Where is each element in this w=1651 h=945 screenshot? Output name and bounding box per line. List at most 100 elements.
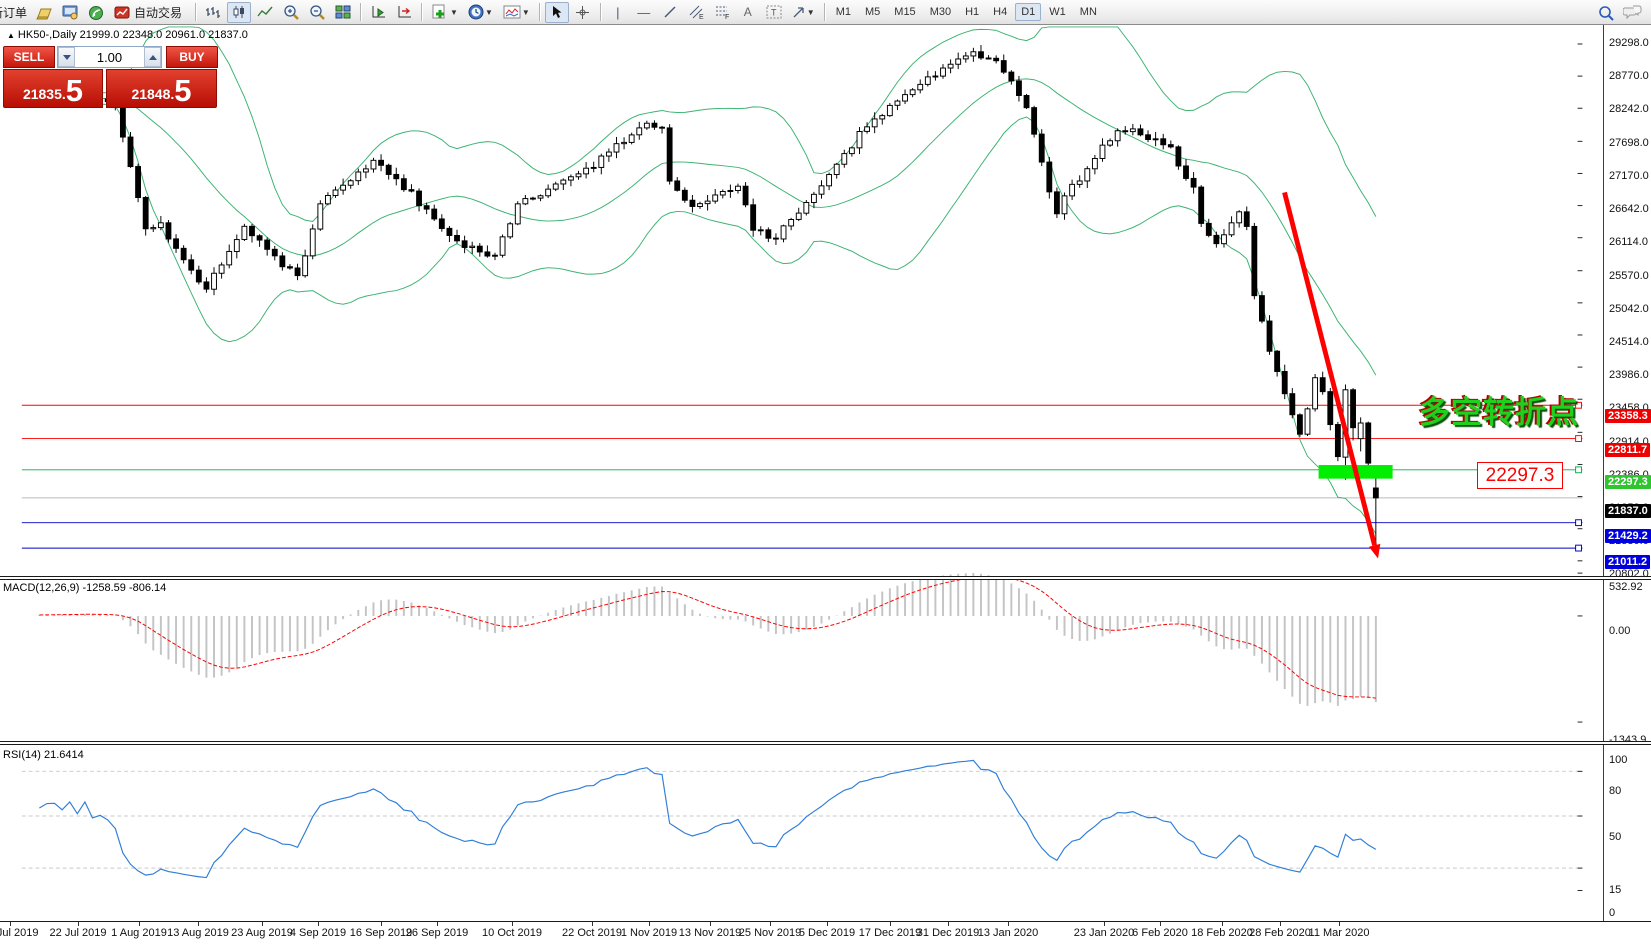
- date-axis-tick: [1008, 922, 1009, 926]
- date-axis-tick: [1104, 922, 1105, 926]
- pane-separator[interactable]: [0, 576, 1651, 580]
- timeframe-button-d1[interactable]: D1: [1015, 3, 1041, 21]
- date-label: 10 Oct 2019: [482, 927, 542, 939]
- fibonacci-icon[interactable]: F: [710, 2, 734, 23]
- date-axis[interactable]: 10 Jul 201922 Jul 20191 Aug 201913 Aug 2…: [0, 921, 1651, 945]
- date-label: 10 Jul 2019: [0, 927, 38, 939]
- rsi-axis-tick: 0: [1609, 907, 1615, 919]
- signal-icon[interactable]: [84, 2, 108, 23]
- sell-price-display[interactable]: 21835.5: [3, 69, 103, 108]
- hline-price-label[interactable]: 23358.3: [1605, 409, 1651, 423]
- rsi-indicator-label: RSI(14) 21.6414: [3, 749, 84, 761]
- equidistant-channel-icon[interactable]: E: [684, 2, 708, 23]
- price-axis-tick: 24514.0: [1609, 336, 1649, 348]
- price-chart[interactable]: [0, 25, 1651, 945]
- zoom-out-icon[interactable]: [305, 2, 329, 23]
- date-axis-tick: [890, 922, 891, 926]
- date-label: 22 Jul 2019: [50, 927, 107, 939]
- crosshair-icon[interactable]: [571, 2, 595, 23]
- pane-separator[interactable]: [0, 741, 1651, 745]
- svg-text:T: T: [771, 8, 777, 18]
- chat-icon[interactable]: [1620, 2, 1644, 23]
- date-axis-tick: [948, 922, 949, 926]
- triangle-down-icon: [63, 55, 71, 60]
- toolbar-separator: [360, 3, 361, 21]
- date-axis-tick: [139, 922, 140, 926]
- chart-shift-icon[interactable]: [392, 2, 416, 23]
- cursor-icon[interactable]: [545, 2, 569, 23]
- periods-button[interactable]: ▼: [464, 2, 497, 23]
- date-axis-tick: [1339, 922, 1340, 926]
- hline-price-label[interactable]: 21011.2: [1605, 555, 1650, 569]
- timeframe-button-h4[interactable]: H4: [987, 3, 1013, 21]
- buy-button[interactable]: BUY: [166, 46, 218, 68]
- date-axis-tick: [262, 922, 263, 926]
- date-label: 11 Mar 2020: [1309, 927, 1370, 939]
- date-axis-tick: [318, 922, 319, 926]
- price-axis-tick: 26642.0: [1609, 203, 1649, 215]
- search-icon[interactable]: [1594, 2, 1618, 23]
- sell-button[interactable]: SELL: [3, 46, 55, 68]
- timeframe-button-m1[interactable]: M1: [830, 3, 857, 21]
- price-axis[interactable]: 29298.028770.028242.027698.027170.026642…: [1603, 25, 1651, 921]
- volume-input[interactable]: [75, 47, 144, 67]
- timeframe-group: M1M5M15M30H1H4D1W1MN: [829, 3, 1104, 21]
- volume-decrease-button[interactable]: [58, 47, 75, 67]
- text-icon[interactable]: A: [736, 2, 760, 23]
- toolbar-separator: [539, 3, 540, 21]
- candle-chart-icon[interactable]: [227, 2, 251, 23]
- collapse-panel-icon[interactable]: ▲: [7, 31, 15, 40]
- timeframe-button-m5[interactable]: M5: [859, 3, 886, 21]
- timeframe-button-w1[interactable]: W1: [1043, 3, 1072, 21]
- toolbar-separator: [195, 3, 196, 21]
- chart-area[interactable]: ▲HK50-,Daily 21999.0 22348.0 20961.0 218…: [0, 25, 1651, 945]
- tile-windows-icon[interactable]: [331, 2, 355, 23]
- buy-price-pip: 5: [174, 77, 191, 105]
- price-axis-tick: 27698.0: [1609, 137, 1649, 149]
- date-axis-tick: [770, 922, 771, 926]
- text-label-icon[interactable]: T: [762, 2, 786, 23]
- price-axis-tick: 25042.0: [1609, 303, 1649, 315]
- buy-price-display[interactable]: 21848.5: [106, 69, 217, 108]
- new-template-button[interactable]: ▼: [427, 2, 462, 23]
- timeframe-button-m30[interactable]: M30: [924, 3, 957, 21]
- chevron-down-icon: ▼: [807, 8, 815, 17]
- timeframe-button-h1[interactable]: H1: [959, 3, 985, 21]
- timeframe-button-mn[interactable]: MN: [1074, 3, 1103, 21]
- date-axis-tick: [827, 922, 828, 926]
- line-chart-icon[interactable]: [253, 2, 277, 23]
- trendline-icon[interactable]: [658, 2, 682, 23]
- price-axis-tick: 29298.0: [1609, 37, 1649, 49]
- date-label: 17 Dec 2019: [859, 927, 921, 939]
- gold-note-icon[interactable]: [32, 2, 56, 23]
- zoom-in-icon[interactable]: [279, 2, 303, 23]
- autotrade-button[interactable]: 自动交易: [110, 2, 190, 23]
- date-label: 4 Sep 2019: [290, 927, 346, 939]
- auto-scroll-icon[interactable]: [366, 2, 390, 23]
- rsi-axis-tick: 50: [1609, 831, 1621, 843]
- date-label: 31 Dec 2019: [917, 927, 979, 939]
- volume-increase-button[interactable]: [144, 47, 161, 67]
- arrows-button[interactable]: ▼: [788, 2, 819, 23]
- hline-price-label[interactable]: 22811.7: [1605, 443, 1650, 457]
- toolbar-separator: [824, 3, 825, 21]
- date-label: 23 Aug 2019: [231, 927, 293, 939]
- hline-price-label[interactable]: 22297.3: [1605, 475, 1651, 489]
- date-label: 25 Nov 2019: [739, 927, 801, 939]
- chart-annotation-text[interactable]: 多空转折点: [1419, 387, 1579, 432]
- bar-chart-icon[interactable]: [201, 2, 225, 23]
- autotrade-label: 自动交易: [134, 4, 182, 21]
- hline-price-label[interactable]: 21429.2: [1605, 529, 1651, 543]
- horizontal-line-icon[interactable]: —: [632, 2, 656, 23]
- timeframe-button-m15[interactable]: M15: [888, 3, 921, 21]
- date-label: 13 Aug 2019: [167, 927, 229, 939]
- date-axis-tick: [10, 922, 11, 926]
- terminal-icon[interactable]: [58, 2, 82, 23]
- price-axis-tick: 26114.0: [1609, 236, 1648, 248]
- chevron-down-icon: ▼: [522, 8, 530, 17]
- vertical-line-icon[interactable]: |: [606, 2, 630, 23]
- price-callout-box[interactable]: 22297.3: [1477, 462, 1563, 489]
- date-axis-tick: [78, 922, 79, 926]
- new-order-button[interactable]: 新订单: [0, 4, 27, 21]
- indicators-button[interactable]: ▼: [499, 2, 534, 23]
